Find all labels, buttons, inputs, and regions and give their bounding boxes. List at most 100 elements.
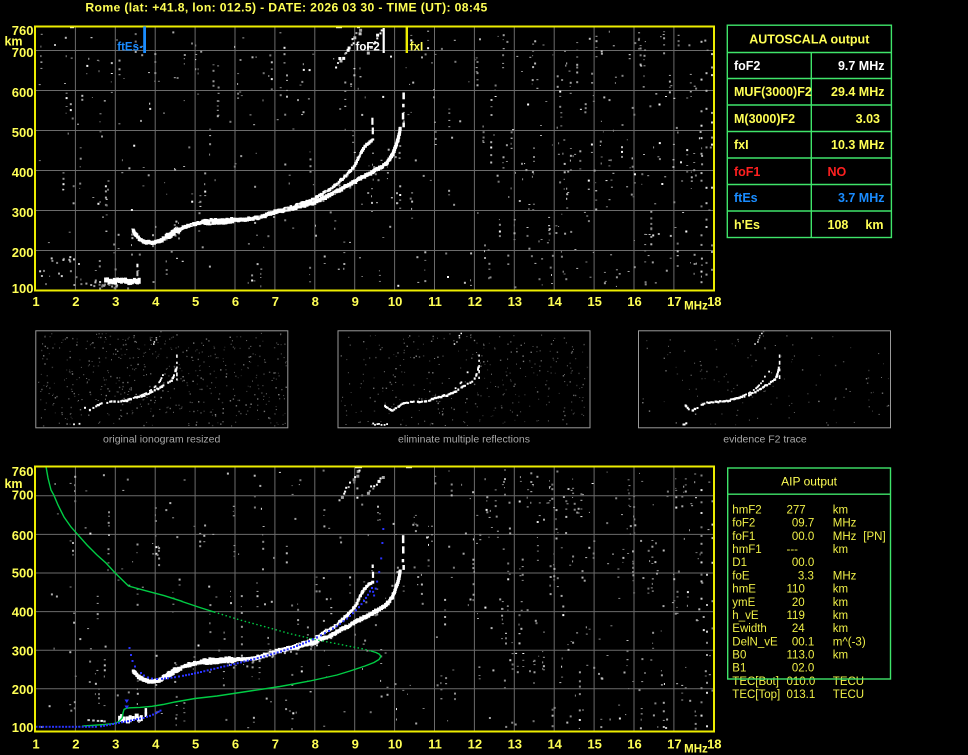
svg-text:00.0: 00.0 (792, 557, 814, 569)
svg-text:hmF1: hmF1 (732, 544, 761, 556)
svg-text:5: 5 (192, 294, 199, 309)
svg-text:km: km (833, 505, 848, 517)
svg-text:2: 2 (72, 294, 79, 309)
svg-text:ymE: ymE (732, 597, 755, 609)
svg-text:Ewidth: Ewidth (732, 623, 767, 635)
svg-text:500: 500 (12, 566, 34, 581)
svg-text:10: 10 (388, 294, 402, 309)
svg-text:010.0: 010.0 (787, 676, 816, 688)
svg-text:MUF(3000)F2: MUF(3000)F2 (734, 85, 812, 99)
svg-text:km: km (4, 35, 22, 49)
svg-text:foF1: foF1 (734, 165, 760, 179)
svg-text:00.0: 00.0 (792, 531, 814, 543)
svg-text:km: km (833, 650, 848, 662)
svg-text:TECU: TECU (833, 676, 864, 688)
svg-text:DelN_vE: DelN_vE (732, 636, 778, 648)
svg-text:113.0: 113.0 (787, 650, 815, 662)
svg-text:AUTOSCALA output: AUTOSCALA output (749, 32, 870, 46)
svg-text:500: 500 (12, 125, 34, 140)
svg-text:km: km (833, 584, 848, 596)
svg-text:M(3000)F2: M(3000)F2 (734, 112, 795, 126)
svg-text:6: 6 (232, 294, 239, 309)
svg-text:14: 14 (547, 294, 562, 309)
svg-text:MHz: MHz (833, 518, 857, 530)
svg-text:12: 12 (468, 294, 482, 309)
svg-text:20: 20 (792, 597, 805, 609)
svg-text:km: km (833, 623, 848, 635)
svg-text:14: 14 (547, 737, 562, 752)
svg-text:17: 17 (667, 737, 681, 752)
svg-text:02.0: 02.0 (792, 663, 814, 675)
svg-text:3.7 MHz: 3.7 MHz (838, 191, 885, 205)
svg-text:110: 110 (787, 584, 805, 596)
svg-text:3: 3 (112, 294, 119, 309)
svg-text:km: km (4, 477, 22, 491)
svg-text:200: 200 (12, 245, 34, 260)
svg-text:original ionogram resized: original ionogram resized (103, 434, 220, 446)
svg-text:15: 15 (587, 737, 601, 752)
svg-text:18: 18 (707, 294, 721, 309)
svg-text:7: 7 (272, 737, 279, 752)
svg-text:600: 600 (12, 85, 34, 100)
svg-text:16: 16 (627, 294, 641, 309)
svg-text:TEC[Bot]: TEC[Bot] (732, 676, 779, 688)
svg-text:eliminate multiple reflections: eliminate multiple reflections (398, 434, 530, 446)
svg-text:km: km (865, 218, 883, 232)
svg-text:B0: B0 (732, 650, 746, 662)
svg-text:00.1: 00.1 (792, 636, 814, 648)
svg-text:09.7: 09.7 (792, 518, 814, 530)
svg-text:1: 1 (32, 737, 39, 752)
svg-text:400: 400 (12, 165, 34, 180)
svg-text:10: 10 (388, 737, 402, 752)
svg-text:Rome (lat: +41.8, lon: 012.5): Rome (lat: +41.8, lon: 012.5) - DATE: 20… (85, 1, 487, 15)
svg-text:MHz: MHz (833, 570, 857, 582)
svg-text:km: km (833, 597, 848, 609)
svg-text:foF1: foF1 (732, 531, 755, 543)
svg-text:119: 119 (787, 610, 805, 622)
svg-text:4: 4 (152, 737, 160, 752)
svg-text:9.7 MHz: 9.7 MHz (838, 59, 885, 73)
svg-text:D1: D1 (732, 557, 747, 569)
svg-text:foF2: foF2 (734, 59, 760, 73)
svg-text:200: 200 (12, 682, 34, 697)
svg-text:400: 400 (12, 605, 34, 620)
svg-text:8: 8 (312, 737, 319, 752)
svg-text:AIP output: AIP output (781, 475, 837, 489)
svg-text:hmF2: hmF2 (732, 505, 761, 517)
svg-text:ftEs: ftEs (117, 42, 139, 54)
svg-text:3: 3 (112, 737, 119, 752)
svg-text:2: 2 (72, 737, 79, 752)
svg-text:13: 13 (508, 737, 522, 752)
svg-text:277: 277 (787, 505, 806, 517)
svg-text:h_vE: h_vE (732, 610, 759, 622)
svg-text:fxI: fxI (734, 138, 749, 152)
svg-text:[PN]: [PN] (863, 531, 885, 543)
svg-text:MHz: MHz (833, 531, 857, 543)
svg-text:MHz: MHz (684, 301, 708, 313)
svg-text:foF2: foF2 (356, 42, 380, 54)
svg-text:fxI: fxI (410, 42, 423, 54)
svg-text:7: 7 (272, 294, 279, 309)
svg-text:1: 1 (32, 294, 39, 309)
svg-text:10.3 MHz: 10.3 MHz (831, 138, 885, 152)
svg-text:---: --- (787, 544, 799, 556)
svg-text:300: 300 (12, 644, 34, 659)
svg-text:13: 13 (508, 294, 522, 309)
svg-text:4: 4 (152, 294, 160, 309)
svg-text:12: 12 (468, 737, 482, 752)
svg-text:24: 24 (792, 623, 805, 635)
svg-text:foE: foE (732, 570, 750, 582)
svg-text:B1: B1 (732, 663, 746, 675)
svg-text:km: km (833, 610, 848, 622)
svg-text:9: 9 (352, 737, 359, 752)
svg-text:100: 100 (12, 281, 34, 296)
svg-text:15: 15 (587, 294, 601, 309)
svg-text:h'Es: h'Es (734, 218, 760, 232)
svg-text:5: 5 (192, 737, 199, 752)
svg-text:MHz: MHz (684, 744, 708, 755)
svg-text:6: 6 (232, 737, 239, 752)
svg-text:16: 16 (627, 737, 641, 752)
svg-text:evidence F2 trace: evidence F2 trace (723, 434, 807, 446)
svg-text:ftEs: ftEs (734, 191, 758, 205)
svg-text:NO: NO (828, 165, 847, 179)
